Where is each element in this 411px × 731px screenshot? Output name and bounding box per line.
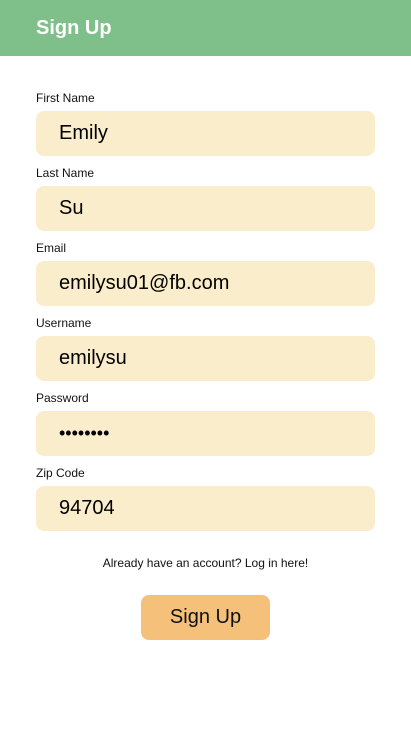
first-name-field[interactable]: Emily	[36, 111, 375, 156]
zip-code-label: Zip Code	[36, 466, 85, 480]
username-field[interactable]: emilysu	[36, 336, 375, 381]
email-label: Email	[36, 241, 67, 255]
password-field[interactable]: ••••••••	[36, 411, 375, 456]
last-name-label: Last Name	[36, 166, 95, 180]
password-label: Password	[36, 391, 89, 405]
email-field[interactable]: emilysu01@fb.com	[36, 261, 375, 306]
page-title: Sign Up	[36, 17, 112, 39]
first-name-label: First Name	[36, 91, 95, 105]
login-link[interactable]: Already have an account? Log in here!	[0, 556, 411, 570]
zip-code-field[interactable]: 94704	[36, 486, 375, 531]
last-name-field[interactable]: Su	[36, 186, 375, 231]
username-label: Username	[36, 316, 92, 330]
app-header: Sign Up	[0, 0, 411, 56]
sign-up-button[interactable]: Sign Up	[141, 595, 270, 640]
